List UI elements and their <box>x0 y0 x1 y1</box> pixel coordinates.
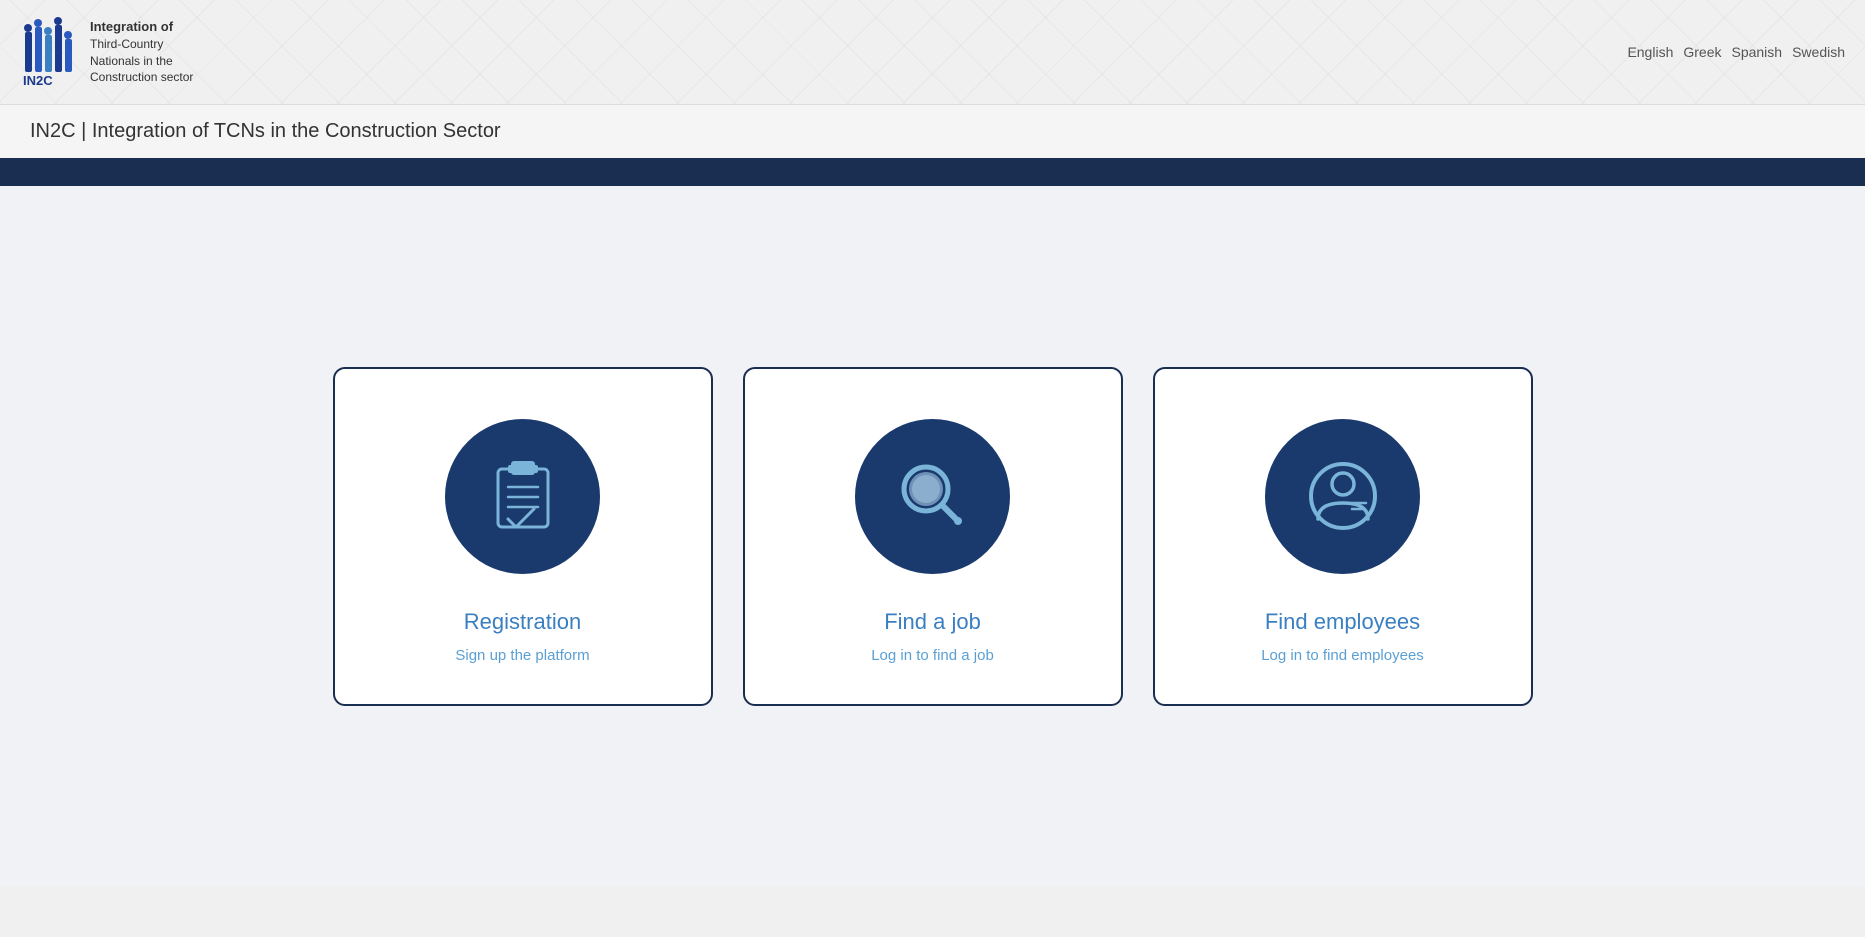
find-employees-title: Find employees <box>1265 609 1420 635</box>
find-job-icon-circle <box>855 419 1010 574</box>
person-icon <box>1298 451 1388 541</box>
find-employees-icon-circle <box>1265 419 1420 574</box>
lang-english-link[interactable]: English <box>1627 44 1673 60</box>
registration-title: Registration <box>464 609 581 635</box>
site-header: IN2C Integration of Third-Country Nation… <box>0 0 1865 105</box>
subtitle-bar: IN2C | Integration of TCNs in the Constr… <box>0 105 1865 158</box>
logo-text: Integration of Third-Country Nationals i… <box>90 18 193 87</box>
find-employees-subtitle: Log in to find employees <box>1261 647 1424 664</box>
lang-greek-link[interactable]: Greek <box>1683 44 1721 60</box>
lang-swedish-link[interactable]: Swedish <box>1792 44 1845 60</box>
language-nav: English Greek Spanish Swedish <box>1627 44 1845 60</box>
logo-line2: Third-Country <box>90 36 193 53</box>
lang-spanish-link[interactable]: Spanish <box>1731 44 1782 60</box>
navy-bar <box>0 158 1865 186</box>
registration-card[interactable]: Registration Sign up the platform <box>333 367 713 706</box>
find-employees-card[interactable]: Find employees Log in to find employees <box>1153 367 1533 706</box>
logo-area: IN2C Integration of Third-Country Nation… <box>20 17 193 87</box>
cards-container: Registration Sign up the platform Find a… <box>333 367 1533 706</box>
find-a-job-card[interactable]: Find a job Log in to find a job <box>743 367 1123 706</box>
page-title: IN2C | Integration of TCNs in the Constr… <box>30 120 501 142</box>
svg-text:IN2C: IN2C <box>23 73 53 87</box>
logo-icon: IN2C <box>20 17 80 87</box>
registration-subtitle: Sign up the platform <box>455 647 589 664</box>
magnifier-icon <box>888 451 978 541</box>
find-job-title: Find a job <box>884 609 981 635</box>
registration-icon-circle <box>445 419 600 574</box>
logo-line3: Nationals in the <box>90 53 193 70</box>
logo-brand: Integration of <box>90 18 193 36</box>
find-job-subtitle: Log in to find a job <box>871 647 994 664</box>
clipboard-icon <box>478 451 568 541</box>
logo-line4: Construction sector <box>90 69 193 86</box>
main-content: Registration Sign up the platform Find a… <box>0 186 1865 886</box>
